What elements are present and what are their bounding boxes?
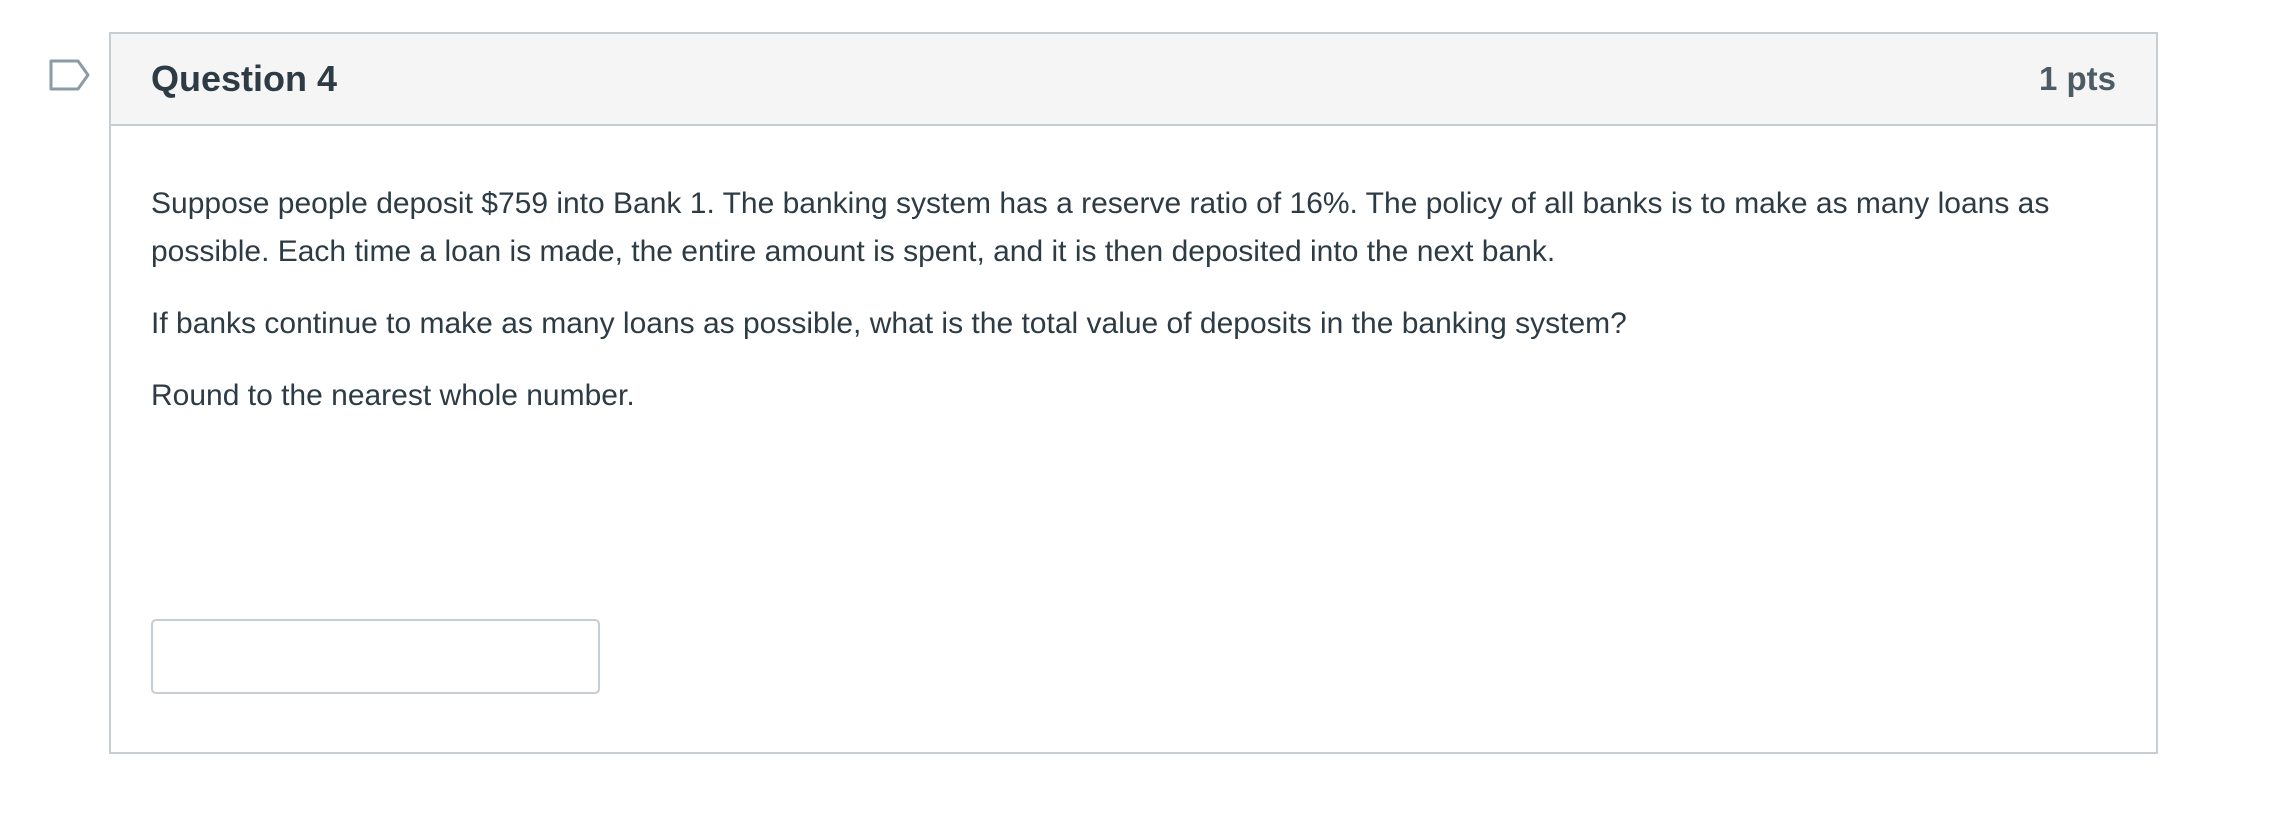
question-paragraph-1: Suppose people deposit $759 into Bank 1.… [151, 187, 2050, 268]
flag-question-icon[interactable] [48, 58, 92, 92]
question-points: 1 pts [2038, 60, 2116, 97]
question-header: Question 4 1 pts [111, 34, 2156, 126]
question-paragraph-2: If banks continue to make as many loans … [151, 307, 1627, 340]
question-title: Question 4 [151, 58, 338, 99]
answer-input[interactable] [151, 619, 600, 694]
question-text: Suppose people deposit $759 into Bank 1.… [151, 180, 2111, 444]
question-paragraph-3: Round to the nearest whole number. [151, 379, 635, 412]
question-card: Question 4 1 pts Suppose people deposit … [109, 32, 2158, 754]
